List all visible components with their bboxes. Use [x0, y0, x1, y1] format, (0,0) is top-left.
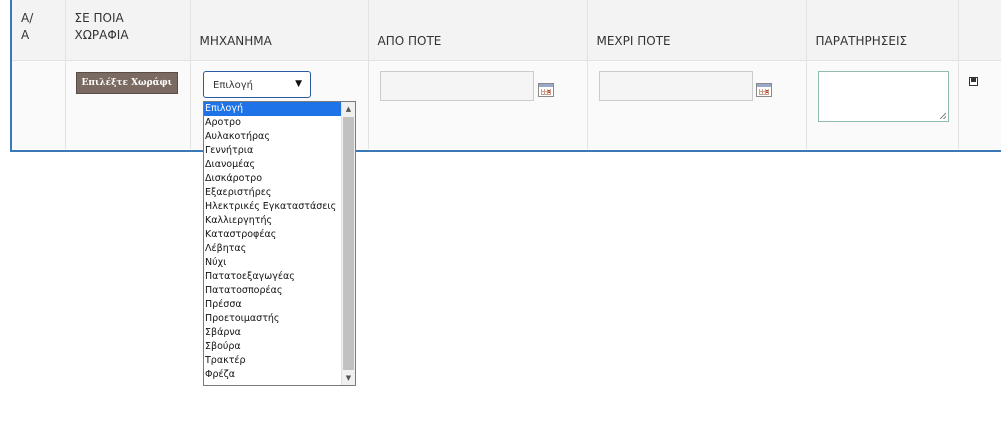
dropdown-option[interactable]: Καλλιεργητής [204, 214, 341, 228]
scroll-down-icon[interactable]: ▼ [342, 371, 355, 385]
dropdown-option[interactable]: Γεννήτρια [204, 144, 341, 158]
header-aa-line2: Α [21, 28, 30, 42]
dropdown-scrollbar[interactable]: ▲ ▼ [341, 102, 355, 385]
scroll-up-icon[interactable]: ▲ [342, 102, 355, 116]
header-notes: ΠΑΡΑΤΗΡΗΣΕΙΣ [806, 0, 959, 61]
dropdown-option[interactable]: Διανομέας [204, 158, 341, 172]
header-aa: Α/ Α [12, 0, 66, 61]
machine-options: Επιλογή Αροτρο Αυλακοτήρας Γεννήτρια Διανομέ… [204, 102, 341, 382]
machine-select-value: Επιλογή [213, 80, 254, 91]
dropdown-option[interactable]: Σβούρα [204, 340, 341, 354]
from-date-input[interactable] [380, 71, 534, 101]
dropdown-option[interactable]: Αροτρο [204, 116, 341, 130]
chevron-down-icon: ▼ [295, 79, 302, 89]
scroll-thumb[interactable] [343, 117, 354, 370]
header-from: ΑΠΟ ΠΟΤΕ [368, 0, 588, 61]
dropdown-option[interactable]: Αυλακοτήρας [204, 130, 341, 144]
calendar-icon[interactable] [538, 83, 554, 97]
cell-field: Επιλέξτε Χωράφι [65, 60, 191, 149]
table-header-row: Α/ Α ΣΕ ΠΟΙΑ ΧΩΡΑΦΙΑ ΜΗΧΑΝΗΜΑ ΑΠΟ ΠΟΤΕ Μ… [12, 0, 1001, 61]
dropdown-option[interactable]: Πρέσσα [204, 298, 341, 312]
cell-aa [12, 60, 66, 149]
dropdown-option[interactable]: Καταστροφέας [204, 228, 341, 242]
dropdown-option[interactable]: Προετοιμαστής [204, 312, 341, 326]
dropdown-option[interactable]: Λέβητας [204, 242, 341, 256]
header-field-line1: ΣΕ ΠΟΙΑ [74, 11, 124, 25]
header-field: ΣΕ ΠΟΙΑ ΧΩΡΑΦΙΑ [65, 0, 191, 61]
header-to: ΜΕΧΡΙ ΠΟΤΕ [587, 0, 807, 61]
dropdown-option[interactable]: Εξαεριστήρες [204, 186, 341, 200]
dropdown-option[interactable]: Νύχι [204, 256, 341, 270]
to-date-input[interactable] [599, 71, 753, 101]
header-field-line2: ΧΩΡΑΦΙΑ [74, 28, 129, 42]
dropdown-option[interactable]: Ηλεκτρικές Εγκαταστάσεις [204, 200, 341, 214]
dropdown-option[interactable]: Επιλογή [204, 102, 341, 116]
save-icon[interactable] [969, 77, 978, 86]
machine-dropdown-list[interactable]: Επιλογή Αροτρο Αυλακοτήρας Γεννήτρια Διανομέ… [203, 101, 356, 386]
header-machine: ΜΗΧΑΝΗΜΑ [190, 0, 369, 61]
header-aa-line1: Α/ [21, 11, 34, 25]
dropdown-option[interactable]: Σβάρνα [204, 326, 341, 340]
select-field-button[interactable]: Επιλέξτε Χωράφι [75, 71, 179, 94]
dropdown-option[interactable]: Δισκάροτρο [204, 172, 341, 186]
notes-textarea[interactable] [818, 71, 949, 122]
calendar-icon[interactable] [756, 83, 772, 97]
dropdown-option[interactable]: Πατατοεξαγωγέας [204, 270, 341, 284]
header-actions [958, 0, 1001, 61]
dropdown-option[interactable]: Τρακτέρ [204, 354, 341, 368]
dropdown-option[interactable]: Φρέζα [204, 368, 341, 382]
resize-grip-icon[interactable] [940, 113, 946, 119]
dropdown-option[interactable]: Πατατοσπορέας [204, 284, 341, 298]
machine-select[interactable]: Επιλογή ▼ [203, 71, 311, 98]
cell-actions [958, 60, 1001, 149]
